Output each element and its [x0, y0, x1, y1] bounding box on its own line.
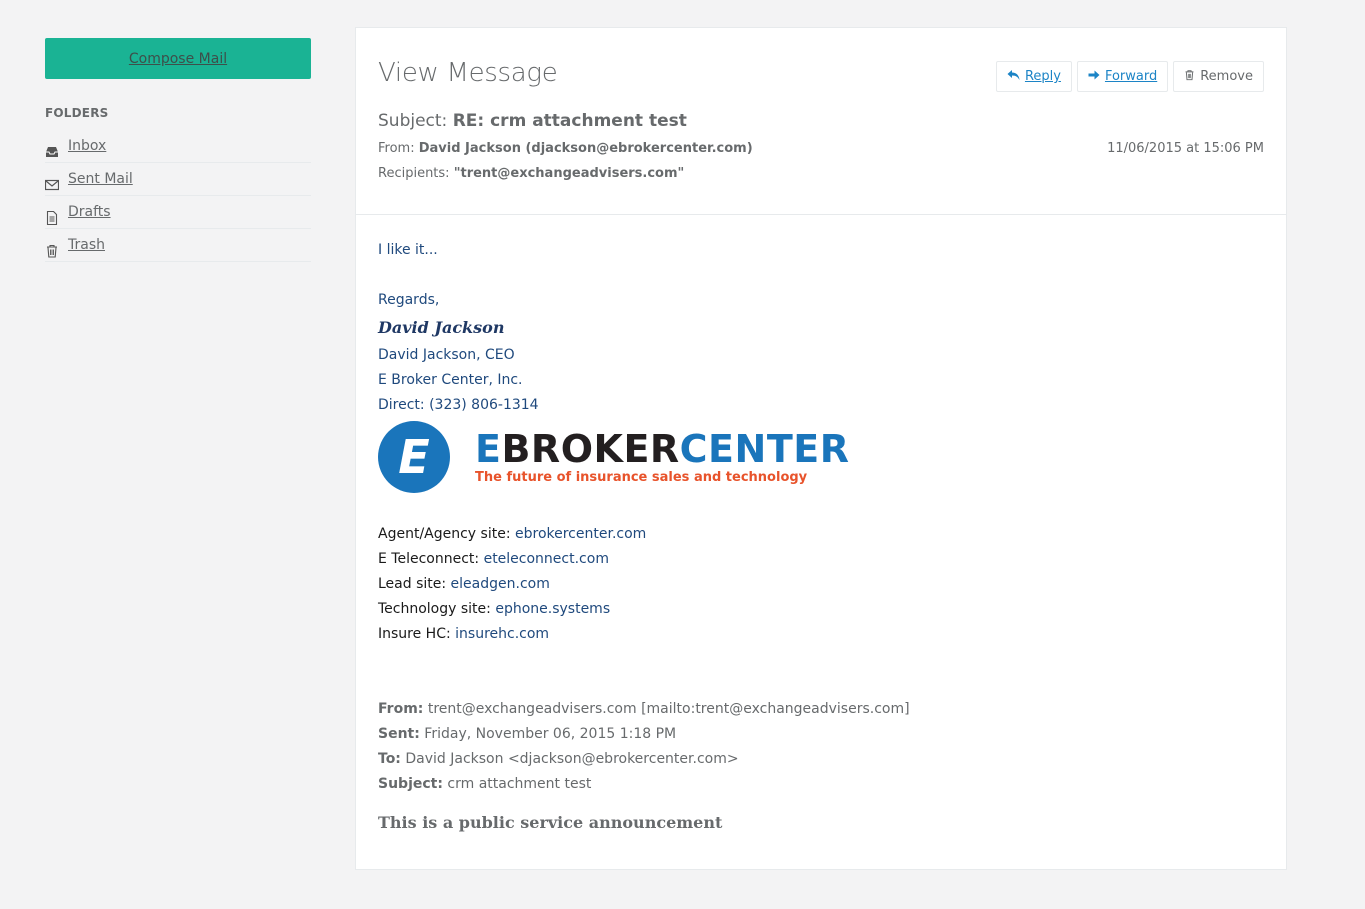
from-value: David Jackson (djackson@ebrokercenter.co… — [418, 141, 753, 156]
logo-e-icon: E — [378, 421, 450, 493]
from-line: From: David Jackson (djackson@ebrokercen… — [378, 141, 753, 156]
recipients-value: "trent@exchangeadvisers.com" — [453, 166, 685, 181]
subject-value: RE: crm attachment test — [452, 111, 687, 131]
logo-text: EBROKERCENTER The future of insurance sa… — [475, 430, 849, 485]
remove-label: Remove — [1200, 69, 1253, 84]
signature-name: David Jackson, CEO — [378, 347, 515, 363]
link-row: E Teleconnect: eteleconnect.com — [378, 551, 609, 567]
site-link[interactable]: ebrokercenter.com — [515, 526, 646, 542]
site-link[interactable]: insurehc.com — [455, 626, 549, 642]
page-title: View Message — [378, 58, 558, 88]
envelope-icon — [44, 172, 60, 191]
quoted-from: From: trent@exchangeadvisers.com [mailto… — [378, 701, 910, 717]
site-links: Agent/Agency site: ebrokercenter.com E T… — [378, 522, 1258, 647]
trash-icon — [1184, 69, 1195, 85]
link-row: Technology site: ephone.systems — [378, 601, 611, 617]
folder-label[interactable]: Trash — [68, 229, 105, 261]
forward-button[interactable]: Forward — [1076, 61, 1169, 92]
subject-label: Subject: — [378, 111, 448, 131]
arrow-right-icon — [1088, 69, 1100, 85]
announcement-text: This is a public service announcement — [378, 813, 723, 832]
regards: Regards, — [378, 292, 440, 308]
folders-title: FOLDERS — [45, 106, 109, 120]
sidebar: Compose Mail FOLDERS Inbox Sent Mail Dra… — [44, 38, 311, 262]
reply-icon — [1007, 69, 1020, 85]
signature-script: David Jackson — [378, 318, 505, 337]
quoted-sent: Sent: Friday, November 06, 2015 1:18 PM — [378, 726, 677, 742]
message-body: I like it... Regards, David Jackson Davi… — [378, 238, 1258, 832]
forward-label: Forward — [1104, 69, 1158, 84]
folder-label[interactable]: Sent Mail — [68, 163, 133, 195]
folder-sent-mail[interactable]: Sent Mail — [44, 163, 311, 196]
signature-company: E Broker Center, Inc. — [378, 372, 523, 388]
compose-mail-button[interactable]: Compose Mail — [45, 38, 311, 79]
signature-direct: Direct: (323) 806-1314 — [378, 397, 539, 413]
folder-label[interactable]: Inbox — [68, 130, 106, 162]
site-link[interactable]: eleadgen.com — [451, 576, 550, 592]
trash-icon — [45, 238, 59, 258]
site-link[interactable]: ephone.systems — [495, 601, 610, 617]
message-date: 11/06/2015 at 15:06 PM — [1107, 141, 1264, 156]
recipients-label: Recipients: — [378, 166, 450, 181]
greeting: I like it... — [378, 242, 438, 258]
quoted-header: From: trent@exchangeadvisers.com [mailto… — [378, 697, 1258, 797]
link-row: Lead site: eleadgen.com — [378, 576, 550, 592]
folder-label[interactable]: Drafts — [68, 196, 111, 228]
site-link[interactable]: eteleconnect.com — [484, 551, 609, 567]
from-label: From: — [378, 141, 415, 156]
logo-tagline: The future of insurance sales and techno… — [475, 469, 808, 485]
logo-name: EBROKERCENTER — [475, 426, 850, 471]
file-icon — [45, 205, 59, 226]
inbox-icon — [45, 139, 59, 157]
remove-button[interactable]: Remove — [1173, 61, 1264, 92]
recipients-line: Recipients: "trent@exchangeadvisers.com" — [378, 166, 684, 181]
quoted-subject: Subject: crm attachment test — [378, 776, 592, 792]
reply-label: Reply — [1024, 69, 1061, 84]
ebrokercenter-logo: E EBROKERCENTER The future of insurance … — [378, 420, 1258, 494]
folder-drafts[interactable]: Drafts — [45, 196, 311, 229]
subject-line: Subject: RE: crm attachment test — [378, 111, 687, 131]
message-header: View Message Reply Forward Remove Subjec… — [356, 28, 1286, 215]
folder-trash[interactable]: Trash — [45, 229, 311, 262]
folder-inbox[interactable]: Inbox — [45, 130, 311, 163]
link-row: Insure HC: insurehc.com — [378, 626, 550, 642]
quoted-to: To: David Jackson <djackson@ebrokercente… — [378, 751, 739, 767]
message-actions: Reply Forward Remove — [995, 61, 1264, 92]
message-panel: View Message Reply Forward Remove Subjec… — [355, 27, 1287, 870]
folder-list: Inbox Sent Mail Drafts Trash — [44, 130, 311, 262]
reply-button[interactable]: Reply — [995, 61, 1072, 92]
link-row: Agent/Agency site: ebrokercenter.com — [378, 526, 647, 542]
